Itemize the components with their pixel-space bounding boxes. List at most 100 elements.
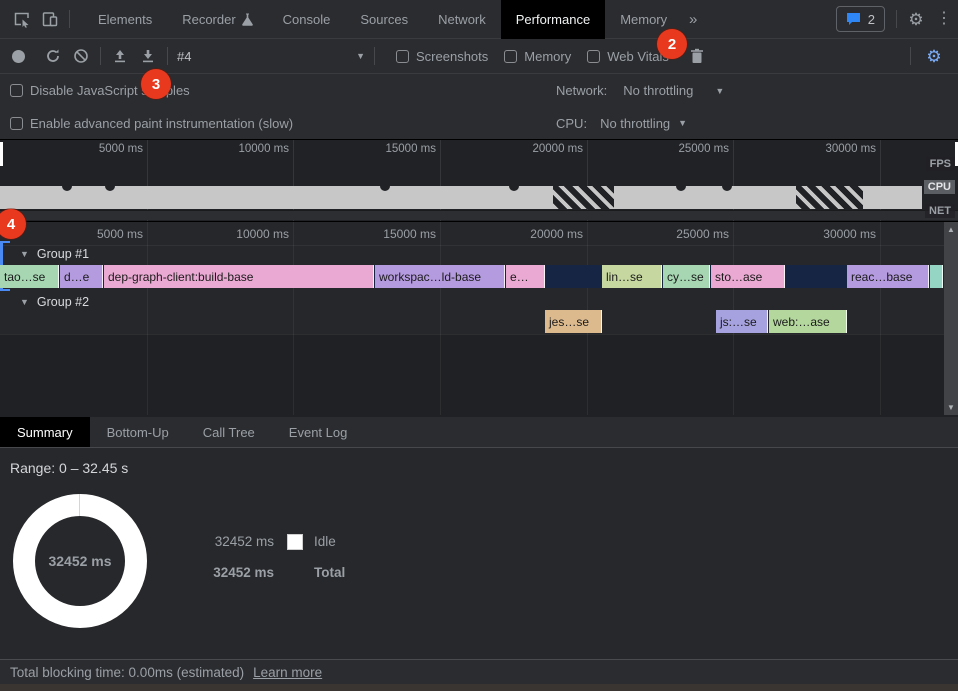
record-button[interactable] — [12, 50, 25, 63]
learn-more-link[interactable]: Learn more — [253, 665, 322, 680]
save-profile-icon[interactable] — [134, 42, 162, 70]
devtools-window: ElementsRecorder Console Sources Network Per… — [0, 0, 958, 691]
legend-row: 32452 msTotal — [208, 563, 345, 582]
tab-performance[interactable]: Performance — [501, 0, 605, 39]
checkbox-box[interactable] — [587, 50, 600, 63]
web-vitals-checkbox[interactable]: Web Vitals — [587, 49, 669, 64]
cpu-label: CPU: — [556, 116, 587, 131]
separator — [167, 47, 168, 65]
option-row-paint: Enable advanced paint instrumentation (s… — [0, 107, 958, 140]
cpu-activity-band — [0, 186, 553, 209]
memory-checkbox[interactable]: Memory — [504, 49, 571, 64]
settings-gear-icon[interactable]: ⚙ — [902, 5, 930, 33]
flame-bar[interactable]: workspac…ld-base — [375, 265, 505, 288]
reload-and-record-icon[interactable] — [39, 42, 67, 70]
ruler-divider — [0, 245, 944, 246]
overview-window-handle[interactable] — [0, 142, 3, 166]
tab-network[interactable]: Network — [423, 0, 501, 39]
flame-gridline — [147, 222, 148, 415]
group-header-2[interactable]: ▼Group #2 — [20, 295, 89, 309]
flame-tick-label: 20000 ms — [473, 227, 583, 241]
legend-value: 32452 ms — [208, 565, 274, 580]
checkbox-label: Screenshots — [416, 49, 488, 64]
overview-tick-label: 30000 ms — [766, 143, 876, 155]
trash-icon[interactable] — [683, 42, 711, 70]
flame-bar[interactable]: jes…se — [545, 310, 602, 333]
more-tabs-icon[interactable]: » — [682, 5, 704, 33]
chevron-down-icon: ▼ — [678, 118, 687, 128]
flame-chart[interactable]: 5000 ms10000 ms15000 ms20000 ms25000 ms3… — [0, 222, 958, 415]
separator — [896, 10, 897, 28]
screenshots-checkbox[interactable]: Screenshots — [396, 49, 488, 64]
capture-options: Screenshots Memory Web Vitals — [380, 49, 669, 64]
clear-recording-icon[interactable] — [67, 42, 95, 70]
flame-empty-area — [0, 334, 944, 415]
cpu-throttling-dropdown[interactable]: CPU: No throttling ▼ — [556, 116, 687, 131]
details-tab-call-tree[interactable]: Call Tree — [186, 417, 272, 447]
flame-bar[interactable]: reac…base — [847, 265, 929, 288]
tab-recorder[interactable]: Recorder — [167, 0, 267, 39]
flame-bar[interactable]: cy…se — [663, 265, 710, 288]
checkbox-box[interactable] — [396, 50, 409, 63]
flame-bar[interactable]: dep-graph-client:build-base — [104, 265, 374, 288]
tab-elements[interactable]: Elements — [83, 0, 167, 39]
group-header-1[interactable]: ▼ Group #1 — [20, 247, 89, 261]
scroll-down-icon[interactable]: ▼ — [947, 400, 955, 415]
details-tab-bottom-up[interactable]: Bottom-Up — [90, 417, 186, 447]
performance-toolbar: #4 ▼ Screenshots Memory Web Vitals ⚙ — [0, 39, 958, 74]
inspect-element-icon[interactable] — [8, 5, 36, 33]
flame-tick-label: 15000 ms — [326, 227, 436, 241]
timeline-overview[interactable]: 5000 ms10000 ms15000 ms20000 ms25000 ms3… — [0, 140, 958, 222]
range-label: Range: 0 – 32.45 s — [10, 460, 128, 476]
advanced-paint-checkbox[interactable]: Enable advanced paint instrumentation (s… — [10, 116, 293, 131]
feedback-button[interactable]: 2 — [836, 6, 885, 32]
load-profile-icon[interactable] — [106, 42, 134, 70]
annotation-badge-2: 2 — [657, 29, 687, 59]
separator — [100, 47, 101, 65]
tab-sources[interactable]: Sources — [345, 0, 423, 39]
checkbox-box[interactable] — [10, 84, 23, 97]
vertical-scrollbar[interactable]: ▲ ▼ — [944, 222, 958, 415]
separator — [69, 10, 70, 28]
network-label: Network: — [556, 83, 607, 98]
tab-label: Performance — [516, 12, 590, 27]
history-selected-value: #4 — [177, 49, 191, 64]
legend-row: 32452 msIdle — [208, 532, 345, 551]
flame-gridline — [880, 222, 881, 415]
tab-label: Network — [438, 12, 486, 27]
flame-bar[interactable]: web:…ase — [769, 310, 847, 333]
details-tab-bar: SummaryBottom-UpCall TreeEvent Log — [0, 415, 958, 448]
scroll-up-icon[interactable]: ▲ — [947, 222, 955, 237]
flame-bar[interactable]: lin…se — [602, 265, 662, 288]
flame-bar[interactable] — [930, 265, 943, 288]
cpu-activity-band — [863, 186, 922, 209]
flame-bar[interactable]: js:…se — [716, 310, 768, 333]
flame-tick-label: 25000 ms — [619, 227, 729, 241]
net-lane-strip — [0, 210, 958, 220]
flame-bar[interactable]: sto…ase — [711, 265, 785, 288]
tab-label: Console — [283, 12, 331, 27]
device-toolbar-icon[interactable] — [36, 5, 64, 33]
group-collapse-triangle-icon[interactable]: ▼ — [20, 297, 29, 307]
group-collapse-triangle-icon[interactable]: ▼ — [20, 249, 29, 259]
tab-label: Sources — [360, 12, 408, 27]
checkbox-box[interactable] — [10, 117, 23, 130]
network-throttling-dropdown[interactable]: Network: No throttling ▼ — [556, 83, 724, 98]
capture-settings-gear-icon[interactable]: ⚙ — [920, 42, 948, 70]
history-dropdown[interactable]: #4 ▼ — [177, 49, 365, 64]
flame-bar[interactable]: tao…se — [0, 265, 59, 288]
flame-bar[interactable]: e… — [506, 265, 545, 288]
flame-bar[interactable]: d…e — [60, 265, 103, 288]
cpu-value: No throttling — [600, 116, 670, 131]
overview-tick-label: 5000 ms — [33, 143, 143, 155]
legend-label: Idle — [314, 534, 336, 549]
kebab-menu-icon[interactable]: ⋮ — [930, 5, 958, 33]
checkbox-box[interactable] — [504, 50, 517, 63]
tab-console[interactable]: Console — [268, 0, 346, 39]
flame-gridline — [440, 222, 441, 415]
group-label-text: Group #1 — [37, 247, 89, 261]
details-tab-summary[interactable]: Summary — [0, 417, 90, 447]
flame-tick-label: 5000 ms — [33, 227, 143, 241]
summary-panel: Range: 0 – 32.45 s 32452 ms 32452 msIdle… — [0, 448, 958, 659]
details-tab-event-log[interactable]: Event Log — [272, 417, 365, 447]
